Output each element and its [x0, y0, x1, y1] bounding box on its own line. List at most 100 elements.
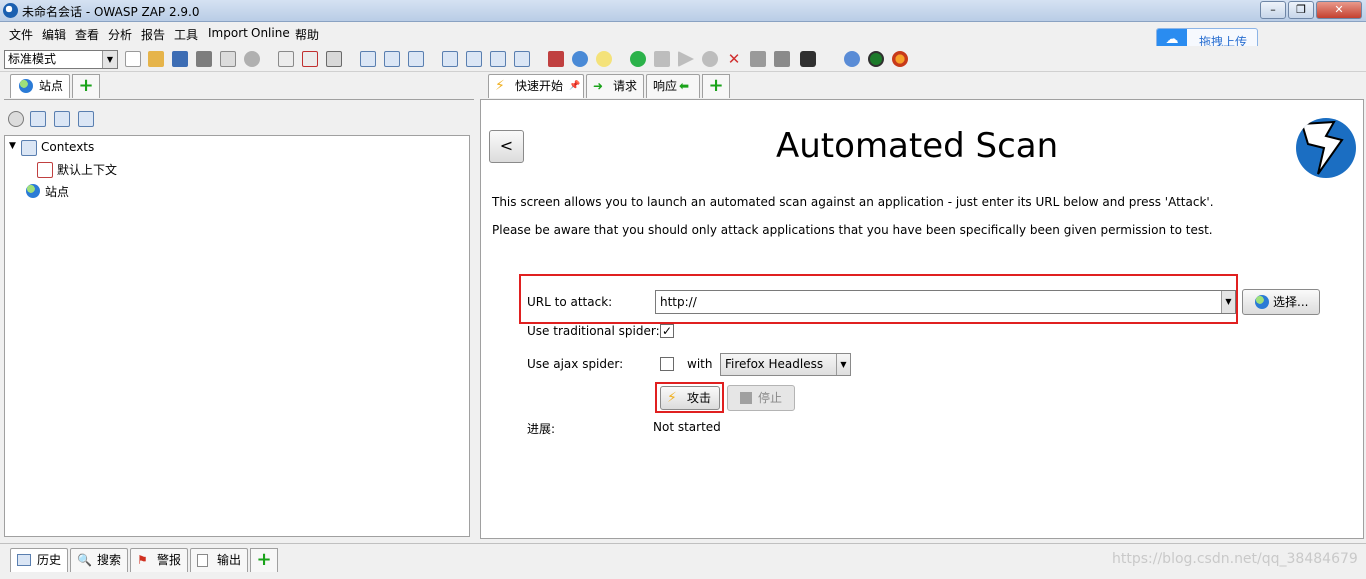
export-context-tree-icon[interactable] — [78, 111, 94, 127]
tab-output-label: 输出 — [217, 553, 242, 567]
scope-icon[interactable] — [8, 111, 24, 127]
expand-icon[interactable]: ▼ — [9, 141, 16, 151]
step-icon[interactable] — [654, 51, 670, 67]
window-title: 未命名会话 - OWASP ZAP 2.9.0 — [22, 5, 200, 19]
tree-contexts[interactable]: Contexts — [41, 140, 94, 154]
help-icon[interactable] — [844, 51, 860, 67]
break-on-all-icon[interactable] — [630, 51, 646, 67]
add-tab-left-button[interactable]: + — [72, 74, 100, 98]
zap-app-icon — [3, 3, 18, 18]
session-properties-icon[interactable] — [220, 51, 236, 67]
new-context-icon[interactable] — [278, 51, 294, 67]
maximize-button[interactable]: ❐ — [1288, 1, 1314, 19]
tab-history[interactable]: 历史 — [10, 548, 68, 572]
lightning-icon: ⚡ — [495, 78, 505, 94]
layout-2-icon[interactable] — [384, 51, 400, 67]
export-context-icon[interactable] — [326, 51, 342, 67]
stop-button[interactable]: 停止 — [727, 385, 795, 411]
new-session-icon[interactable] — [125, 51, 141, 67]
toolbar: 标准模式 ▼ ✕ — [0, 46, 1366, 72]
minimize-button[interactable]: – — [1260, 1, 1286, 19]
browser-select[interactable]: Firefox Headless ▼ — [720, 353, 851, 376]
import-context-icon[interactable] — [54, 111, 70, 127]
tab-quick-start[interactable]: ⚡ 快速开始 📌 — [488, 74, 584, 98]
select-url-label: 选择... — [1273, 295, 1309, 309]
proxy-status-icon[interactable] — [868, 51, 884, 67]
gear-icon[interactable] — [244, 51, 260, 67]
continue-icon[interactable] — [678, 51, 694, 67]
menu-import[interactable]: Import — [208, 26, 248, 40]
contexts-icon — [21, 140, 37, 156]
url-input[interactable]: http:// ▼ — [655, 290, 1236, 314]
tabs-1-icon[interactable] — [442, 51, 458, 67]
tab-search[interactable]: 🔍 搜索 — [70, 548, 128, 572]
add-tab-right-button[interactable]: + — [702, 74, 730, 98]
url-value: http:// — [660, 295, 697, 309]
page-title: Automated Scan — [776, 126, 1059, 166]
snapshot-icon[interactable] — [196, 51, 212, 67]
chevron-down-icon[interactable]: ▼ — [1221, 291, 1235, 313]
attack-button[interactable]: ⚡ 攻击 — [660, 386, 720, 410]
close-button[interactable]: ✕ — [1316, 1, 1362, 19]
calendar-icon — [17, 554, 31, 566]
tab-quick-start-label: 快速开始 — [515, 79, 564, 93]
globe-icon — [19, 79, 33, 93]
layout-3-icon[interactable] — [408, 51, 424, 67]
tree-sites[interactable]: 站点 — [45, 183, 69, 200]
menu-tools[interactable]: 工具 — [174, 26, 198, 43]
document-icon — [197, 554, 208, 567]
arrow-left-icon: ⬅ — [679, 79, 690, 93]
split-divider[interactable] — [474, 99, 479, 539]
pin-icon: 📌 — [569, 81, 581, 91]
tab-sites-label: 站点 — [39, 79, 64, 93]
tree-default-context[interactable]: 默认上下文 — [57, 161, 117, 178]
remove-breakpoints-icon[interactable]: ✕ — [726, 51, 742, 67]
tab-output[interactable]: 输出 — [190, 548, 248, 572]
lightbulb-icon[interactable] — [596, 51, 612, 67]
manage-add-ons-icon[interactable] — [750, 51, 766, 67]
tabs-2-icon[interactable] — [466, 51, 482, 67]
permission-warning: Please be aware that you should only att… — [492, 223, 1213, 237]
menu-view[interactable]: 查看 — [75, 26, 99, 43]
tab-search-label: 搜索 — [97, 553, 122, 567]
progress-label: 进展: — [527, 422, 556, 436]
hud-icon[interactable] — [774, 51, 790, 67]
menu-file[interactable]: 文件 — [9, 26, 33, 43]
menu-analyse[interactable]: 分析 — [108, 26, 132, 43]
ajax-spider-checkbox[interactable] — [660, 357, 674, 371]
open-session-icon[interactable] — [148, 51, 164, 67]
mode-select[interactable]: 标准模式 ▼ — [4, 50, 118, 69]
zap-logo-icon — [1296, 118, 1356, 178]
browser-value: Firefox Headless — [725, 357, 824, 371]
scripts-icon[interactable] — [800, 51, 816, 67]
watermark: https://blog.csdn.net/qq_38484679 — [1112, 551, 1358, 567]
select-url-button[interactable]: 选择... — [1242, 289, 1320, 315]
add-tab-bottom-button[interactable]: + — [250, 548, 278, 572]
tab-request[interactable]: ➜ 请求 — [586, 74, 644, 98]
tab-sites[interactable]: 站点 — [10, 74, 70, 98]
remove-context-icon[interactable] — [302, 51, 318, 67]
new-context-tree-icon[interactable] — [30, 111, 46, 127]
tab-alerts[interactable]: ⚑ 警报 — [130, 548, 188, 572]
menu-help[interactable]: 帮助 — [295, 26, 319, 43]
menu-online[interactable]: Online — [251, 26, 290, 40]
layout-1-icon[interactable] — [360, 51, 376, 67]
tabs-4-icon[interactable] — [514, 51, 530, 67]
drop-icon[interactable] — [702, 51, 718, 67]
tabs-3-icon[interactable] — [490, 51, 506, 67]
chevron-down-icon: ▼ — [102, 51, 117, 68]
chevron-down-icon: ▼ — [836, 354, 850, 375]
url-label: URL to attack: — [527, 295, 613, 309]
refresh-icon[interactable] — [572, 51, 588, 67]
menu-report[interactable]: 报告 — [141, 26, 165, 43]
title-bar: 未命名会话 - OWASP ZAP 2.9.0 – ❐ ✕ — [0, 0, 1366, 22]
back-button[interactable]: < — [489, 130, 524, 163]
traditional-spider-checkbox[interactable]: ✓ — [660, 324, 674, 338]
firefox-icon[interactable] — [892, 51, 908, 67]
globe-icon — [1255, 295, 1269, 309]
tab-response[interactable]: 响应 ⬅ — [646, 74, 700, 98]
scan-policy-icon[interactable] — [548, 51, 564, 67]
tab-alerts-label: 警报 — [157, 553, 182, 567]
menu-edit[interactable]: 编辑 — [42, 26, 66, 43]
save-session-icon[interactable] — [172, 51, 188, 67]
